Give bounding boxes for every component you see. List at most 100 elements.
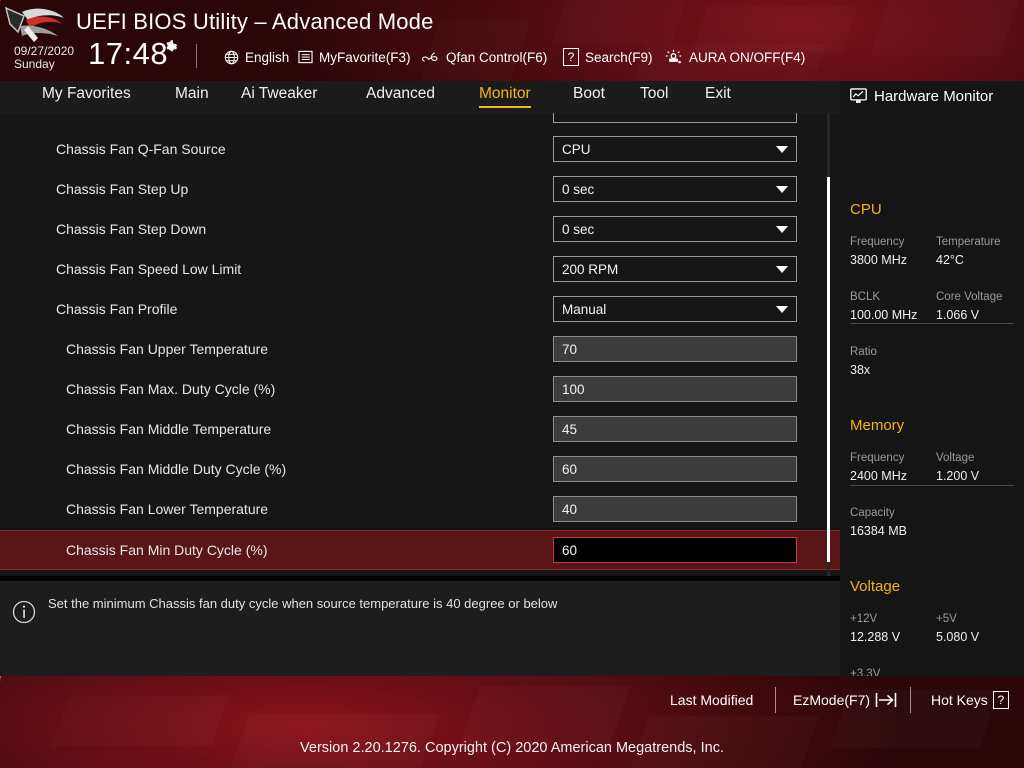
gear-icon[interactable] [163,40,178,55]
scrollbar-thumb[interactable] [827,177,830,562]
footer-item-hot-keys[interactable]: Hot Keys? [931,689,1009,711]
dropdown-select[interactable]: CPU [553,136,797,162]
tab-exit[interactable]: Exit [705,85,731,106]
dropdown-select[interactable]: 0 sec [553,176,797,202]
question-box-icon: ? [992,691,1009,709]
dropdown-select[interactable]: 0 sec [553,216,797,242]
setting-control[interactable]: 200 RPM [553,256,797,282]
setting-label: Chassis Fan Max. Duty Cycle (%) [66,381,276,397]
info-icon [12,600,36,624]
rog-logo [4,6,64,42]
setting-row[interactable]: Chassis Fan Max. Duty Cycle (%) 100 [0,370,840,410]
hardware-monitor-title: Hardware Monitor [850,85,993,107]
setting-row[interactable]: Chassis Fan Upper Temperature 70 [0,330,840,370]
chevron-down-icon [776,185,788,193]
setting-row[interactable]: Chassis Fan Middle Duty Cycle (%) 60 [0,450,840,490]
bios-screen: UEFI BIOS Utility – Advanced Mode 09/27/… [0,0,1024,768]
fan-icon [422,51,438,62]
sidebar-metric-value: 42°C [936,253,964,267]
tab-boot[interactable]: Boot [573,85,605,106]
setting-control[interactable]: 60 [553,456,797,482]
globe-icon [224,50,239,64]
setting-label: Chassis Fan Min Duty Cycle (%) [66,542,268,558]
clock-display: 17:48 [88,36,169,71]
footer-item-ezmode-f7-[interactable]: EzMode(F7) [793,689,897,711]
sidebar-metric-value: 3800 MHz [850,253,907,267]
sidebar-group-title: Memory [850,417,905,434]
value-input[interactable]: 60 [553,537,797,563]
setting-row[interactable]: Chassis Fan Step Down 0 sec [0,210,840,250]
value-input[interactable]: 40 [553,496,797,522]
setting-control[interactable]: 45 [553,416,797,442]
header-item-english[interactable]: English [224,47,289,67]
version-text: Version 2.20.1276. Copyright (C) 2020 Am… [300,740,724,756]
header-item-myfavorite[interactable]: MyFavorite(F3) [298,47,411,67]
partial-dropdown-above[interactable] [553,113,797,123]
header-item-search[interactable]: ? Search(F9) [563,47,653,67]
input-value: 60 [562,542,578,558]
setting-row[interactable]: Chassis Fan Q-Fan Source CPU [0,130,840,170]
input-value: 70 [562,341,578,357]
input-value: 100 [562,381,585,397]
tab-main[interactable]: Main [175,85,209,106]
setting-control[interactable]: 0 sec [553,216,797,242]
list-icon [298,50,313,64]
setting-label: Chassis Fan Lower Temperature [66,501,269,517]
setting-control[interactable]: CPU [553,136,797,162]
dropdown-value: CPU [562,141,591,157]
dropdown-select[interactable]: Manual [553,296,797,322]
header-item-qfan-control[interactable]: Qfan Control(F6) [422,47,547,67]
dropdown-value: 200 RPM [562,261,619,277]
setting-control[interactable]: Manual [553,296,797,322]
dropdown-select[interactable]: 200 RPM [553,256,797,282]
setting-row[interactable]: Chassis Fan Middle Temperature 45 [0,410,840,450]
hardware-monitor-panel: Hardware Monitor CPU Frequency 3800 MHz Tem… [840,81,1024,699]
tab-ai-tweaker[interactable]: Ai Tweaker [241,85,317,106]
setting-control[interactable]: 70 [553,336,797,362]
setting-label: Chassis Fan Speed Low Limit [56,261,242,277]
monitor-chart-icon [850,88,867,103]
setting-control[interactable]: 100 [553,376,797,402]
input-value: 40 [562,501,578,517]
setting-control[interactable]: 60 [553,537,797,563]
tab-advanced[interactable]: Advanced [366,85,435,106]
header-item-aura[interactable]: AURA ON/OFF(F4) [665,47,805,67]
value-input[interactable]: 70 [553,336,797,362]
header-item-label: Search(F9) [585,49,653,65]
tab-tool[interactable]: Tool [640,85,668,106]
setting-row[interactable]: Chassis Fan Step Up 0 sec [0,170,840,210]
header-item-label: English [245,49,290,65]
chevron-down-icon [776,225,788,233]
value-input[interactable]: 60 [553,456,797,482]
setting-control[interactable]: 0 sec [553,176,797,202]
setting-label: Chassis Fan Upper Temperature [66,341,269,357]
tab-my-favorites[interactable]: My Favorites [42,85,131,106]
sidebar-metric-value: 2400 MHz [850,469,907,483]
chevron-down-icon [776,265,788,273]
header-bar: UEFI BIOS Utility – Advanced Mode 09/27/… [0,0,1024,81]
setting-row[interactable]: Chassis Fan Profile Manual [0,290,840,330]
setting-label: Chassis Fan Middle Duty Cycle (%) [66,461,287,477]
sidebar-group-title: Voltage [850,578,901,595]
setting-label: Chassis Fan Q-Fan Source [56,141,226,157]
sidebar-metric-value: 100.00 MHz [850,308,918,322]
sidebar-divider [850,323,1014,324]
hardware-monitor-title-label: Hardware Monitor [874,87,994,105]
setting-label: Chassis Fan Middle Temperature [66,421,272,437]
setting-row[interactable]: Chassis Fan Lower Temperature 40 [0,490,840,530]
setting-row[interactable]: Chassis Fan Min Duty Cycle (%) 60 [0,530,840,570]
input-value: 60 [562,461,578,477]
value-input[interactable]: 45 [553,416,797,442]
setting-control[interactable]: 40 [553,496,797,522]
footer-item-last-modified[interactable]: Last Modified [670,689,753,711]
header-separator [196,44,197,68]
tab-monitor[interactable]: Monitor [479,85,531,108]
sidebar-metric-label: Frequency [850,236,905,248]
weekday-value: Sunday [14,57,55,71]
value-input[interactable]: 100 [553,376,797,402]
aura-light-icon [665,50,682,64]
sidebar-metric-label: Frequency [850,452,905,464]
header-item-label: AURA ON/OFF(F4) [689,49,806,65]
sidebar-metric-value: 1.200 V [936,469,980,483]
setting-row[interactable]: Chassis Fan Speed Low Limit 200 RPM [0,250,840,290]
